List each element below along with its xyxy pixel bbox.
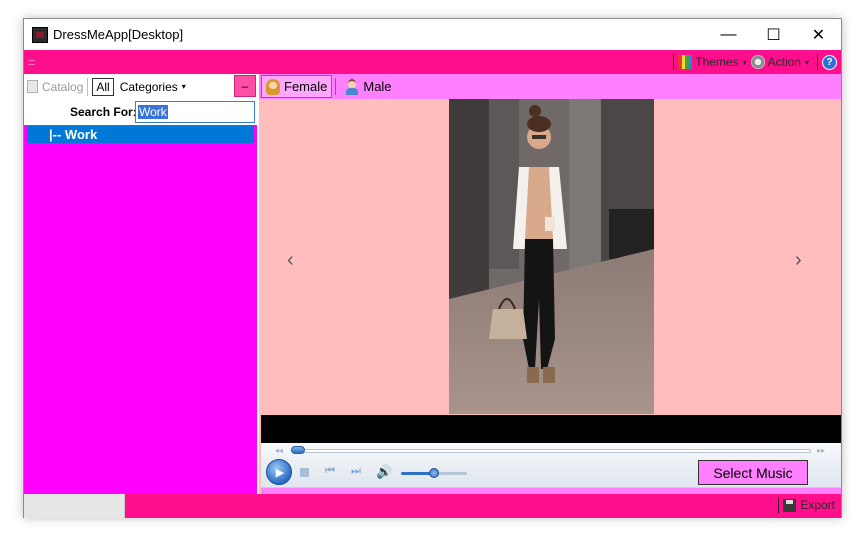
outfit-photo [449,99,654,414]
gender-tab-bar: Female Male [259,74,841,99]
rewind-icon[interactable]: ◂◂ [275,446,283,455]
separator [335,78,337,95]
minimize-button[interactable]: — [706,19,751,50]
select-music-button[interactable]: Select Music [698,460,808,485]
themes-icon [678,55,693,69]
window-controls: — ☐ ✕ [706,19,841,50]
chevron-down-icon: ▾ [804,57,809,67]
category-tree: |-- Work [24,126,257,143]
close-button[interactable]: ✕ [796,19,841,50]
categories-label: Categories [119,79,178,94]
themes-label: Themes [695,55,739,69]
toolbar-grip-icon[interactable]: :::: [28,57,35,67]
outfit-viewer: ‹ › [259,99,841,414]
themes-menu-button[interactable]: Themes ▾ [678,55,747,69]
tab-male-label: Male [363,79,392,94]
title-bar: DressMeApp[Desktop] — ☐ ✕ [24,19,841,50]
gear-icon [750,55,765,69]
tab-male[interactable]: Male [341,75,395,98]
next-track-icon[interactable]: ⏭ [351,465,361,478]
media-player: ◂◂ ▸▸ ▶ ⏮ ⏭ 🔊 Select Music [261,443,841,488]
media-video-area [261,415,841,443]
search-label: Search For: [70,105,137,119]
chevron-down-icon: ▾ [181,82,186,91]
catalog-label: Catalog [42,79,84,94]
window-title: DressMeApp[Desktop] [53,27,184,42]
search-row: Search For: Work [24,99,257,125]
status-field [24,494,125,518]
all-button[interactable]: All [92,77,114,96]
export-label: Export [800,498,835,512]
catalog-icon [27,80,38,93]
app-window: DressMeApp[Desktop] — ☐ ✕ :::: Themes ▾ … [23,18,842,518]
tab-female-label: Female [284,79,328,94]
app-icon [32,26,48,43]
male-avatar-icon [345,78,359,95]
collapse-button[interactable]: – [234,75,256,97]
previous-outfit-arrow-icon[interactable]: ‹ [287,249,294,272]
toolbar-right: Themes ▾ Action ▾ ? [669,50,841,74]
seek-thumb[interactable] [291,446,305,454]
status-bar: Export [24,494,841,518]
search-input-value: Work [138,105,168,119]
female-avatar-icon [266,78,280,95]
categories-dropdown[interactable]: Categories ▾ [120,80,186,94]
export-button[interactable]: Export [778,497,835,513]
main-toolbar: :::: Themes ▾ Action ▾ ? [24,50,841,74]
player-controls: ▶ ⏮ ⏭ 🔊 Select Music [261,459,841,485]
tree-item-work[interactable]: |-- Work [27,126,254,143]
separator [87,77,89,96]
volume-icon[interactable]: 🔊 [376,464,392,480]
previous-track-icon[interactable]: ⏮ [325,465,335,478]
toolbar-separator [817,54,818,70]
maximize-button[interactable]: ☐ [751,19,796,50]
outfit-photo-image [449,99,654,414]
catalog-button[interactable]: Catalog [27,80,83,94]
search-input[interactable]: Work [135,101,255,123]
help-icon[interactable]: ? [822,54,837,70]
play-button[interactable]: ▶ [266,459,292,485]
toolbar-separator [673,54,675,70]
left-panel: Catalog All Categories ▾ – Search For: W… [24,74,257,494]
action-label: Action [767,55,801,69]
next-outfit-arrow-icon[interactable]: › [795,249,802,272]
tab-female[interactable]: Female [261,75,333,98]
chevron-down-icon: ▾ [742,57,747,67]
catalog-toolbar: Catalog All Categories ▾ – [24,74,257,99]
action-menu-button[interactable]: Action ▾ [750,55,809,69]
right-panel: Female Male ‹ › ◂◂ ▸▸ ▶ ⏮ ⏭ 🔊 Select Mus… [259,74,841,494]
separator [778,497,780,513]
stop-icon[interactable] [300,468,309,477]
save-disk-icon [783,498,797,512]
fast-forward-icon[interactable]: ▸▸ [817,446,825,455]
volume-slider-thumb[interactable] [429,468,439,478]
seek-bar[interactable] [299,449,811,453]
